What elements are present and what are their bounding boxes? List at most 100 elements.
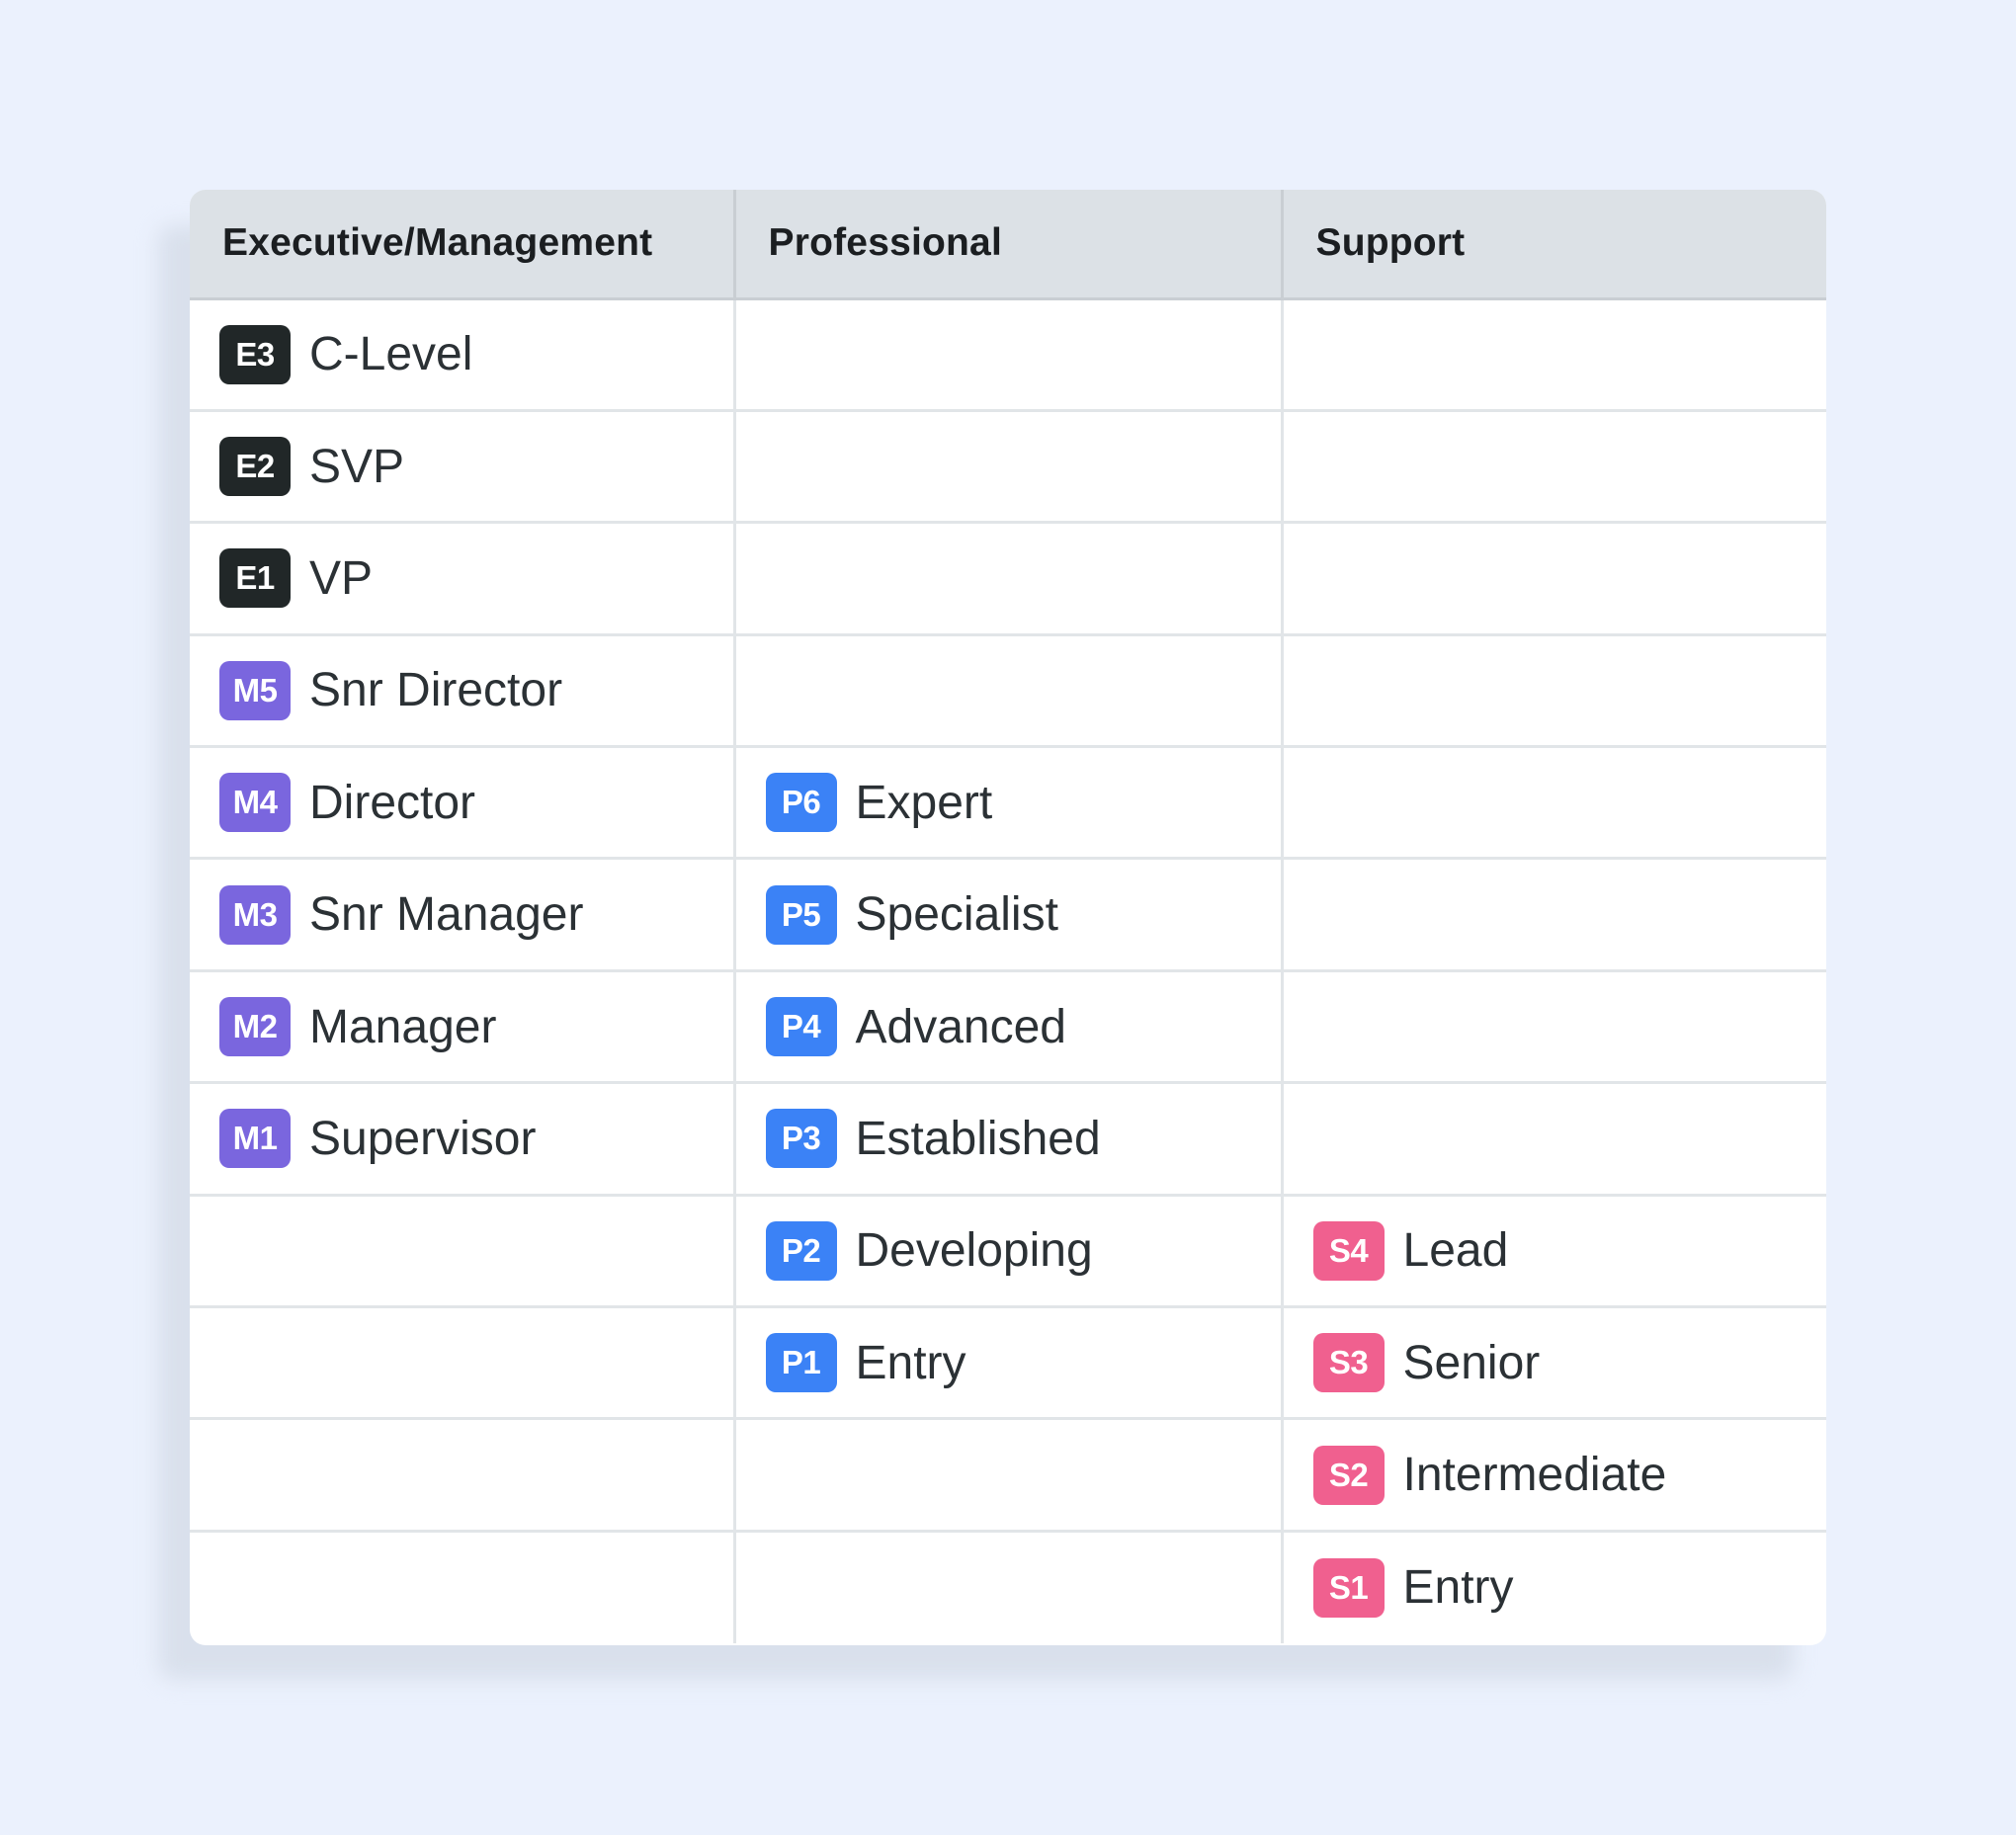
cell-executive-management[interactable]: M4 Director [190, 746, 736, 861]
level-title: Director [309, 776, 476, 829]
table-row: M3 Snr Manager P5 Specialist [190, 858, 1826, 972]
table-row: P2 Developing S4 Lead [190, 1195, 1827, 1309]
cell-support[interactable]: S2 Intermediate [1282, 1418, 1827, 1533]
level-code-badge: E3 [219, 324, 291, 384]
level-item[interactable]: P5 Specialist [765, 884, 1281, 945]
cell-support[interactable]: S4 Lead [1282, 1195, 1827, 1309]
cell-support [1282, 1082, 1826, 1197]
level-item[interactable]: E2 SVP [219, 437, 733, 497]
cell-executive-management[interactable]: M1 Supervisor [190, 1082, 736, 1197]
level-code-badge: M2 [219, 997, 291, 1057]
level-item[interactable]: M5 Snr Director [219, 660, 733, 720]
cell-professional [734, 298, 1284, 412]
cell-professional[interactable]: P2 Developing [734, 1195, 1284, 1309]
job-level-table-card: Executive/Management Professional Suppor… [190, 190, 1826, 1645]
table-row: M4 Director P6 Expert [190, 746, 1826, 861]
level-title: C-Level [309, 328, 473, 381]
cell-support [1282, 298, 1826, 412]
cell-professional[interactable]: P5 Specialist [734, 858, 1284, 972]
level-title: Specialist [855, 888, 1058, 942]
cell-professional [734, 410, 1284, 525]
level-item[interactable]: P4 Advanced [765, 997, 1281, 1057]
level-title: Developing [855, 1224, 1093, 1278]
cell-executive-management[interactable]: E2 SVP [190, 410, 736, 525]
cell-support [1282, 410, 1826, 525]
cell-support [1282, 522, 1826, 636]
header-row: Executive/Management Professional Suppor… [190, 190, 1826, 300]
table-row: S1 Entry [190, 1531, 1826, 1643]
level-title: Lead [1402, 1224, 1509, 1278]
level-code-badge: S4 [1312, 1220, 1385, 1281]
level-code-badge: M4 [219, 773, 291, 833]
cell-executive-management [190, 1418, 736, 1533]
cell-professional[interactable]: P6 Expert [734, 746, 1284, 861]
level-code-badge: P6 [765, 773, 837, 833]
level-code-badge: S3 [1312, 1333, 1385, 1393]
cell-support [1282, 970, 1826, 1085]
level-item[interactable]: P3 Established [765, 1109, 1281, 1169]
cell-executive-management[interactable]: M3 Snr Manager [190, 858, 736, 972]
table-row: M2 Manager P4 Advanced [190, 970, 1826, 1085]
level-item[interactable]: S4 Lead [1312, 1220, 1827, 1281]
cell-support [1282, 634, 1826, 749]
level-title: Snr Manager [309, 888, 584, 942]
level-item[interactable]: P1 Entry [765, 1333, 1281, 1393]
level-title: VP [309, 551, 374, 605]
level-code-badge: P4 [765, 997, 837, 1057]
level-title: Advanced [855, 1000, 1067, 1053]
level-code-badge: E2 [219, 437, 291, 497]
cell-support[interactable]: S1 Entry [1282, 1531, 1826, 1642]
level-item[interactable]: S1 Entry [1312, 1557, 1827, 1618]
level-title: Intermediate [1402, 1449, 1667, 1502]
cell-executive-management[interactable]: E3 C-Level [190, 298, 736, 412]
cell-support[interactable]: S3 Senior [1282, 1306, 1827, 1421]
cell-executive-management[interactable]: M5 Snr Director [190, 634, 736, 749]
level-item[interactable]: S2 Intermediate [1312, 1445, 1827, 1505]
cell-executive-management[interactable]: E1 VP [190, 522, 736, 636]
column-header-professional[interactable]: Professional [734, 190, 1284, 300]
cell-executive-management [190, 1195, 736, 1309]
level-item[interactable]: P6 Expert [765, 773, 1281, 833]
table-row: S2 Intermediate [190, 1418, 1827, 1533]
level-code-badge: P1 [765, 1333, 837, 1393]
level-code-badge: M5 [219, 660, 291, 720]
level-item[interactable]: E3 C-Level [219, 324, 733, 384]
cell-professional [734, 522, 1284, 636]
cell-professional[interactable]: P4 Advanced [734, 970, 1284, 1085]
level-title: Expert [855, 776, 993, 829]
cell-professional [734, 634, 1284, 749]
level-code-badge: M1 [219, 1109, 291, 1169]
cell-professional[interactable]: P3 Established [734, 1082, 1284, 1197]
level-title: Supervisor [309, 1112, 537, 1165]
table-row: E1 VP [190, 522, 1826, 636]
level-item[interactable]: E1 VP [219, 548, 733, 609]
level-item[interactable]: S3 Senior [1312, 1333, 1827, 1393]
level-code-badge: E1 [219, 548, 291, 609]
cell-support [1282, 858, 1826, 972]
cell-professional[interactable]: P1 Entry [734, 1306, 1284, 1421]
cell-executive-management[interactable]: M2 Manager [190, 970, 736, 1085]
level-code-badge: M3 [219, 884, 291, 945]
level-title: SVP [309, 440, 405, 493]
job-level-table: Executive/Management Professional Suppor… [190, 190, 1826, 1643]
cell-executive-management [190, 1306, 736, 1421]
cell-professional [734, 1418, 1284, 1533]
level-title: Snr Director [309, 664, 563, 717]
table-row: E3 C-Level [190, 298, 1826, 412]
level-item[interactable]: M4 Director [219, 773, 733, 833]
column-header-support[interactable]: Support [1282, 190, 1826, 300]
column-header-executive-management[interactable]: Executive/Management [190, 190, 736, 300]
level-item[interactable]: M3 Snr Manager [219, 884, 733, 945]
level-item[interactable]: M1 Supervisor [219, 1109, 733, 1169]
level-title: Entry [1402, 1561, 1514, 1615]
cell-professional [734, 1531, 1284, 1643]
level-item[interactable]: P2 Developing [765, 1220, 1281, 1281]
level-title: Established [855, 1112, 1101, 1165]
level-code-badge: P2 [765, 1220, 837, 1281]
level-item[interactable]: M2 Manager [219, 997, 733, 1057]
table-row: P1 Entry S3 Senior [190, 1306, 1827, 1421]
table-row: M1 Supervisor P3 Established [190, 1082, 1826, 1197]
level-code-badge: P3 [765, 1109, 837, 1169]
table-row: E2 SVP [190, 410, 1826, 525]
cell-support [1282, 746, 1826, 861]
